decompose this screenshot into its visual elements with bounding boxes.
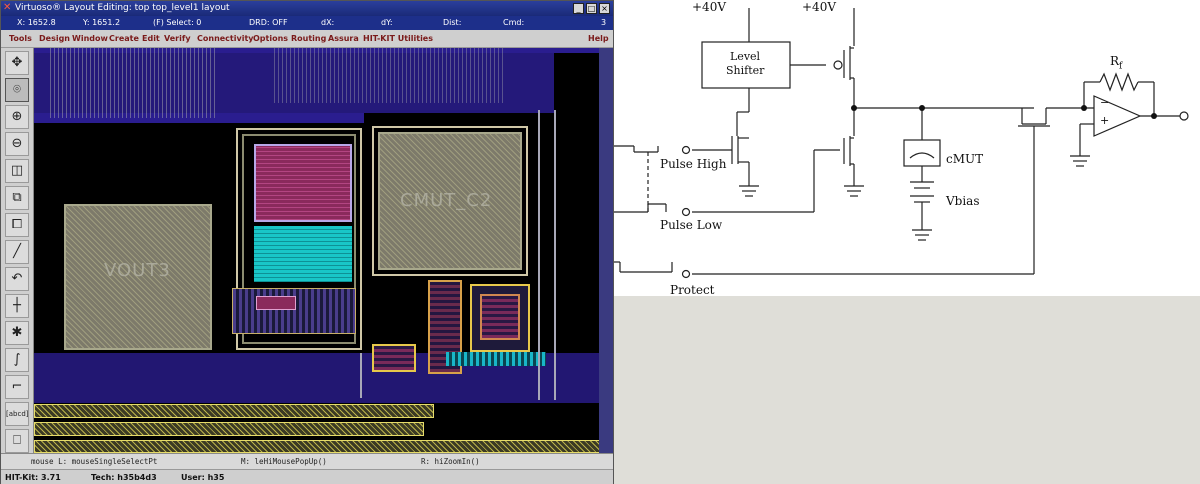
vertical-route (360, 353, 362, 398)
metal-fingers (446, 352, 546, 366)
property-icon[interactable]: ⎕ (5, 429, 29, 453)
pulse-low-label: Pulse Low (660, 218, 723, 232)
window-titlebar: ✕ Virtuoso® Layout Editing: top top_leve… (1, 1, 613, 16)
capacitor-block[interactable] (254, 226, 352, 282)
zoom-out-icon[interactable]: ⊖ (5, 132, 29, 156)
menu-window[interactable]: Window (72, 30, 108, 48)
kit-user: User: h35 (181, 473, 225, 482)
kit-info-bar: HIT-Kit: 3.71 Tech: h35b4d3 User: h35 (1, 469, 613, 484)
menu-bar: Tools Design Window Create Edit Verify C… (1, 30, 613, 48)
menu-connectivity[interactable]: Connectivity (197, 30, 254, 48)
opamp-plus-label: + (1100, 114, 1110, 127)
pulse-high-label: Pulse High (660, 157, 727, 171)
mouse-binding-bar: mouse L: mouseSingleSelectPt M: leHiMous… (1, 453, 613, 469)
pulser-schematic: +40V +40V Level Shifter Pulse High Pulse… (614, 0, 1200, 484)
menu-edit[interactable]: Edit (142, 30, 160, 48)
menu-create[interactable]: Create (109, 30, 139, 48)
hierarchy-icon[interactable]: ✱ (5, 321, 29, 345)
cmut-label: cMUT (946, 152, 984, 166)
minimize-button[interactable]: _ (573, 3, 584, 14)
vbias-label: Vbias (946, 194, 980, 208)
app-icon: ✕ (3, 2, 12, 13)
coordinate-status-bar: X: 1652.8 Y: 1651.2 (F) Select: 0 DRD: O… (1, 16, 613, 30)
menu-assura[interactable]: Assura (328, 30, 359, 48)
menu-routing[interactable]: Routing (291, 30, 326, 48)
copy-icon[interactable]: ⧉ (5, 186, 29, 210)
driver-transistor-array[interactable] (232, 288, 356, 334)
rf-subscript: f (1119, 61, 1123, 72)
cmut-c2-label: CMUT_C2 (400, 190, 493, 211)
schematic-lower-background (614, 296, 1200, 484)
menu-hit-kit-utilities[interactable]: HIT-KIT Utilities (363, 30, 433, 48)
menu-verify[interactable]: Verify (164, 30, 191, 48)
cmd-readout: Cmd: (503, 18, 525, 27)
mouse-right-binding: R: hiZoomIn() (421, 457, 480, 466)
dy-readout: dY: (381, 18, 393, 27)
top-right-tracks (274, 48, 504, 103)
schematic-wires (614, 8, 1189, 279)
dx-readout: dX: (321, 18, 335, 27)
driver-poly-strip (256, 296, 296, 310)
window-title: Virtuoso® Layout Editing: top top_level1… (15, 3, 230, 13)
y-coordinate: Y: 1651.2 (83, 18, 121, 27)
path-icon[interactable]: ╱ (5, 240, 29, 264)
undo-icon[interactable]: ↶ (5, 267, 29, 291)
corner-icon[interactable]: ⌐ (5, 375, 29, 399)
poly-resistor-block[interactable] (254, 144, 352, 222)
menu-tools[interactable]: Tools (9, 30, 32, 48)
zoom-fit-icon[interactable]: ⌾ (5, 78, 29, 102)
maximize-button[interactable]: □ (586, 3, 597, 14)
level-shifter-label-2: Shifter (726, 64, 765, 77)
bias-block[interactable] (372, 344, 416, 372)
top-vertical-tracks (50, 48, 215, 118)
left-toolbar: ✥ ⌾ ⊕ ⊖ ◫ ⧉ ⧠ ╱ ↶ ┼ ✱ ∫ ⌐ [abcd] ⎕ (1, 48, 34, 453)
rf-label: Rf (1110, 54, 1123, 72)
power-rail-bottom (34, 440, 613, 453)
supply-right-label: +40V (802, 0, 836, 14)
move-icon[interactable]: ⧠ (5, 213, 29, 237)
kit-tech: Tech: h35b4d3 (91, 473, 157, 482)
menu-design[interactable]: Design (39, 30, 70, 48)
wire-icon[interactable]: ∫ (5, 348, 29, 372)
zoom-in-icon[interactable]: ⊕ (5, 105, 29, 129)
power-rail-gnd (34, 422, 424, 436)
x-coordinate: X: 1652.8 (17, 18, 56, 27)
protect-switch-core (480, 294, 520, 340)
mouse-middle-binding: M: leHiMousePopUp() (241, 457, 327, 466)
label-icon[interactable]: [abcd] (5, 402, 29, 426)
menu-options[interactable]: Options (253, 30, 288, 48)
protect-label: Protect (670, 283, 715, 297)
close-button[interactable]: × (599, 3, 610, 14)
supply-left-label: +40V (692, 0, 726, 14)
right-routing-channel (538, 110, 556, 400)
stretch-icon[interactable]: ◫ (5, 159, 29, 183)
pan-icon[interactable]: ✥ (5, 51, 29, 75)
kit-version: HIT-Kit: 3.71 (5, 473, 61, 482)
right-edge-metal (599, 48, 613, 453)
command-count: 3 (601, 18, 607, 27)
mouse-left-binding: mouse L: mouseSingleSelectPt (31, 457, 158, 466)
virtuoso-window: ✕ Virtuoso® Layout Editing: top top_leve… (0, 0, 614, 484)
power-rail-vdd (34, 404, 434, 418)
dist-readout: Dist: (443, 18, 462, 27)
layout-canvas[interactable]: VOUT3 CMUT_C2 (34, 48, 613, 453)
level-shifter-label-1: Level (730, 50, 761, 63)
ruler-icon[interactable]: ┼ (5, 294, 29, 318)
drd-status: DRD: OFF (249, 18, 288, 27)
select-count: (F) Select: 0 (153, 18, 202, 27)
opamp-minus-label: − (1100, 96, 1110, 109)
vout3-label: VOUT3 (104, 260, 171, 281)
menu-help[interactable]: Help (588, 30, 609, 48)
